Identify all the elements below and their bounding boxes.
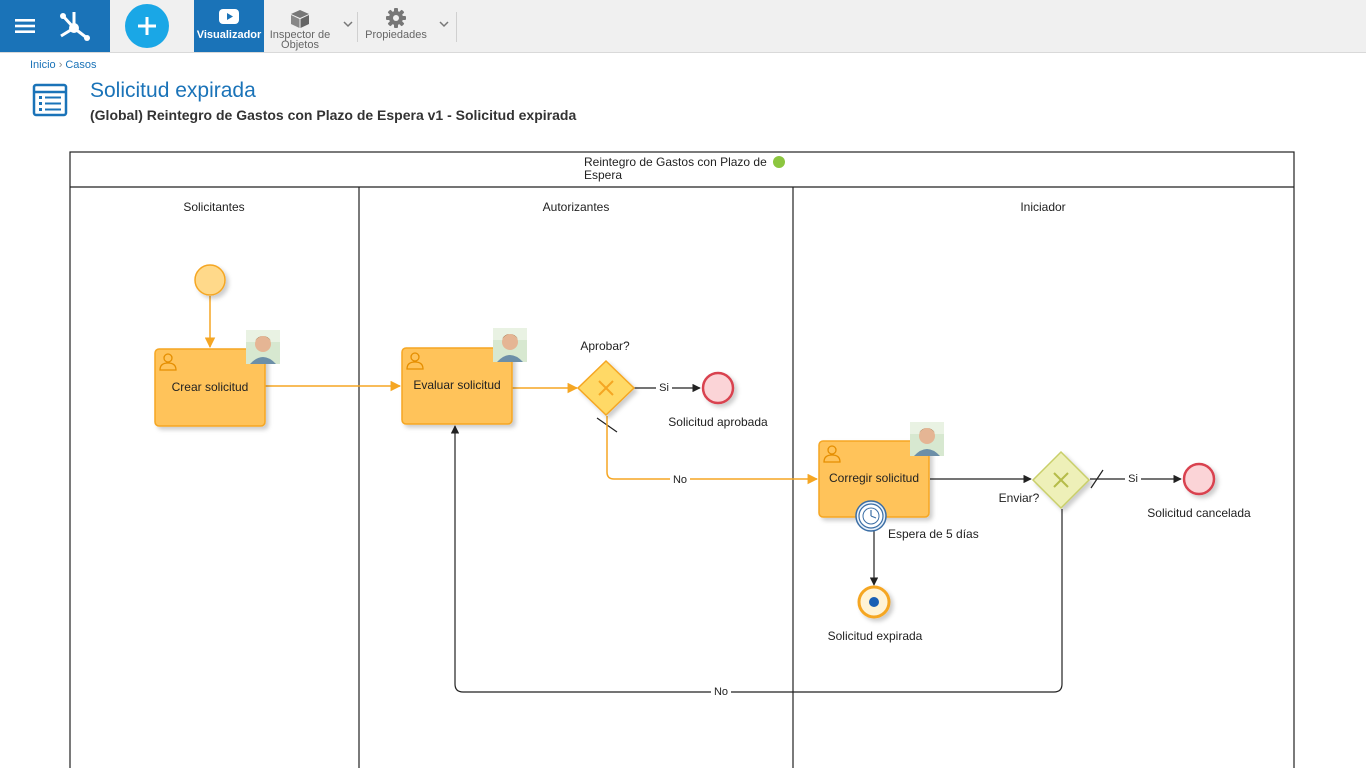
task-label: Corregir solicitud	[829, 471, 919, 485]
avatar	[910, 422, 944, 456]
gateway-label-aprobar: Aprobar?	[580, 339, 630, 353]
end-event-label: Solicitud cancelada	[1147, 506, 1251, 520]
start-event[interactable]	[194, 264, 226, 296]
gateway-aprobar[interactable]	[576, 359, 636, 417]
avatar	[493, 328, 527, 362]
flow-label-si: Si	[1128, 473, 1138, 485]
lane-title-iniciador: Iniciador	[1020, 200, 1065, 214]
flow-enviar-no[interactable]	[450, 425, 1063, 693]
gateway-label-enviar: Enviar?	[999, 491, 1040, 505]
end-event-cancelada[interactable]	[1182, 462, 1216, 496]
current-position-dot	[869, 597, 879, 607]
gateway-enviar[interactable]	[1031, 450, 1091, 510]
status-dot-icon	[773, 156, 785, 168]
end-event-aprobada[interactable]	[701, 371, 735, 405]
pool-title-line1: Reintegro de Gastos con Plazo de	[584, 155, 767, 169]
flow-label-si: Si	[659, 382, 669, 394]
end-event-expirada[interactable]	[857, 585, 891, 619]
task-label: Evaluar solicitud	[413, 378, 500, 392]
flow-label-no: No	[714, 686, 728, 698]
lane-title-solicitantes: Solicitantes	[183, 200, 244, 214]
pool-frame	[69, 151, 1295, 768]
boundary-timer-event[interactable]	[855, 500, 887, 532]
end-event-label: Solicitud expirada	[828, 629, 923, 643]
flow-label-no: No	[673, 474, 687, 486]
pool-title-line2: Espera	[584, 168, 622, 182]
task-label: Crear solicitud	[172, 380, 249, 394]
process-diagram: Reintegro de Gastos con Plazo de Espera …	[69, 151, 1295, 768]
lane-title-autorizantes: Autorizantes	[543, 200, 610, 214]
timer-label: Espera de 5 días	[888, 527, 979, 541]
end-event-label: Solicitud aprobada	[668, 415, 768, 429]
avatar	[246, 330, 280, 364]
